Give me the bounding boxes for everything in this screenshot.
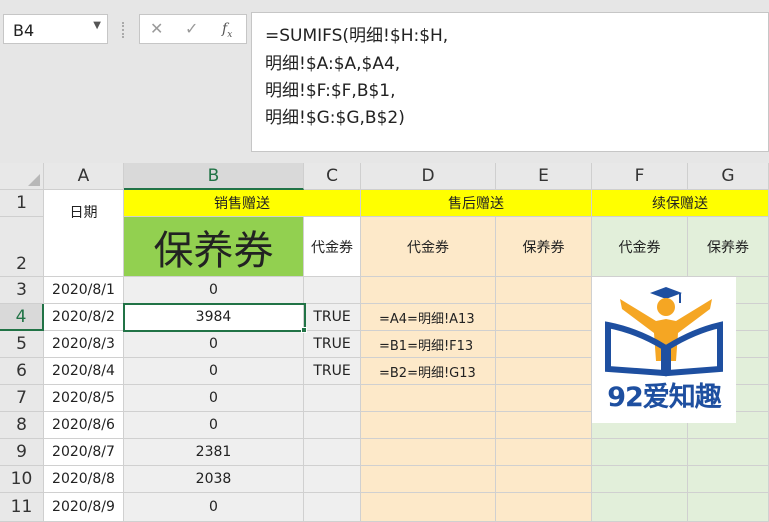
after-sales-voucher-cell[interactable]: =B1=明细!F13 xyxy=(361,331,496,358)
renewal-voucher-cell[interactable] xyxy=(592,466,688,493)
after-sales-voucher-cell[interactable] xyxy=(361,466,496,493)
voucher-header[interactable]: 代金券 xyxy=(592,217,688,277)
column-header-f[interactable]: F xyxy=(592,163,688,190)
corner-triangle-icon xyxy=(28,174,40,186)
sales-gift-header[interactable]: 销售赠送 xyxy=(124,190,361,217)
row-header[interactable]: 4 xyxy=(0,304,44,331)
row-header[interactable]: 7 xyxy=(0,385,44,412)
after-sales-voucher-cell[interactable]: =A4=明细!A13 xyxy=(361,304,496,331)
formula-line: 明细!$F:$F,B$1, xyxy=(265,81,396,101)
sales-coupon-cell[interactable]: 0 xyxy=(124,331,304,358)
row-header[interactable]: 2 xyxy=(0,217,44,277)
date-cell[interactable]: 2020/8/1 xyxy=(44,277,124,304)
sales-coupon-cell[interactable]: 3984 xyxy=(124,304,304,331)
row-header[interactable]: 3 xyxy=(0,277,44,304)
voucher-cell[interactable] xyxy=(304,412,361,439)
sales-coupon-cell[interactable]: 0 xyxy=(124,493,304,522)
formula-area: B4 ▼ ✕ ✓ fx =SUMIFS(明细!$H:$H, 明细!$A:$A,$… xyxy=(0,0,769,160)
date-cell[interactable]: 2020/8/4 xyxy=(44,358,124,385)
sales-coupon-cell[interactable]: 0 xyxy=(124,358,304,385)
after-sales-voucher-cell[interactable] xyxy=(361,412,496,439)
splitter-handle[interactable] xyxy=(122,22,125,38)
voucher-cell[interactable]: TRUE xyxy=(304,331,361,358)
row-header[interactable]: 5 xyxy=(0,331,44,358)
row-header[interactable]: 8 xyxy=(0,412,44,439)
renewal-coupon-cell[interactable] xyxy=(688,493,769,522)
column-header-c[interactable]: C xyxy=(304,163,361,190)
row-header[interactable]: 10 xyxy=(0,466,44,493)
row-header[interactable]: 9 xyxy=(0,439,44,466)
after-sales-voucher-cell[interactable] xyxy=(361,493,496,522)
row-header[interactable]: 11 xyxy=(0,493,44,522)
sales-coupon-cell[interactable]: 2381 xyxy=(124,439,304,466)
name-box-value: B4 xyxy=(13,21,35,40)
logo-text: 92爱知趣 xyxy=(607,382,722,413)
voucher-cell[interactable] xyxy=(304,277,361,304)
date-cell[interactable]: 2020/8/7 xyxy=(44,439,124,466)
voucher-cell[interactable] xyxy=(304,466,361,493)
after-sales-coupon-cell[interactable] xyxy=(496,304,592,331)
date-cell[interactable]: 2020/8/2 xyxy=(44,304,124,331)
maintenance-coupon-header[interactable]: 保养券 xyxy=(496,217,592,277)
sales-coupon-cell[interactable]: 0 xyxy=(124,277,304,304)
book-person-icon xyxy=(605,287,723,377)
formula-line: =SUMIFS(明细!$H:$H, xyxy=(265,26,449,46)
renewal-voucher-cell[interactable] xyxy=(592,439,688,466)
after-sales-coupon-cell[interactable] xyxy=(496,466,592,493)
renewal-coupon-cell[interactable] xyxy=(688,439,769,466)
formula-line: 明细!$G:$G,B$2) xyxy=(265,108,405,128)
renewal-gift-header[interactable]: 续保赠送 xyxy=(592,190,769,217)
formula-bar[interactable]: =SUMIFS(明细!$H:$H, 明细!$A:$A,$A4, 明细!$F:$F… xyxy=(251,12,769,152)
date-cell[interactable]: 2020/8/6 xyxy=(44,412,124,439)
maintenance-coupon-header[interactable]: 保养券 xyxy=(124,217,304,277)
renewal-voucher-cell[interactable] xyxy=(592,493,688,522)
after-sales-coupon-cell[interactable] xyxy=(496,277,592,304)
after-sales-coupon-cell[interactable] xyxy=(496,385,592,412)
watermark-logo: 92爱知趣 xyxy=(592,277,736,423)
row-header[interactable]: 1 xyxy=(0,190,44,217)
column-header-g[interactable]: G xyxy=(688,163,769,190)
maintenance-coupon-header[interactable]: 保养券 xyxy=(688,217,769,277)
formula-line: 明细!$A:$A,$A4, xyxy=(265,54,401,74)
sales-coupon-cell[interactable]: 2038 xyxy=(124,466,304,493)
date-cell[interactable]: 2020/8/8 xyxy=(44,466,124,493)
column-header-b[interactable]: B xyxy=(124,163,304,190)
voucher-cell[interactable]: TRUE xyxy=(304,358,361,385)
date-cell[interactable]: 2020/8/3 xyxy=(44,331,124,358)
fx-icon[interactable]: fx xyxy=(222,21,232,40)
voucher-cell[interactable] xyxy=(304,385,361,412)
after-sales-coupon-cell[interactable] xyxy=(496,331,592,358)
after-sales-coupon-cell[interactable] xyxy=(496,358,592,385)
name-box[interactable]: B4 ▼ xyxy=(3,14,108,44)
after-sales-voucher-cell[interactable] xyxy=(361,385,496,412)
column-header-e[interactable]: E xyxy=(496,163,592,190)
after-sales-voucher-cell[interactable]: =B2=明细!G13 xyxy=(361,358,496,385)
after-sales-coupon-cell[interactable] xyxy=(496,412,592,439)
column-header-d[interactable]: D xyxy=(361,163,496,190)
row-header[interactable]: 6 xyxy=(0,358,44,385)
renewal-coupon-cell[interactable] xyxy=(688,466,769,493)
date-cell[interactable]: 2020/8/9 xyxy=(44,493,124,522)
voucher-header[interactable]: 代金券 xyxy=(304,217,361,277)
select-all-corner[interactable] xyxy=(0,163,44,190)
date-header-cell[interactable]: 日期 xyxy=(44,190,124,277)
fill-handle[interactable] xyxy=(301,327,307,333)
sales-coupon-cell[interactable]: 0 xyxy=(124,412,304,439)
voucher-cell[interactable] xyxy=(304,493,361,522)
voucher-cell[interactable] xyxy=(304,439,361,466)
formula-buttons: ✕ ✓ fx xyxy=(139,14,247,44)
date-cell[interactable]: 2020/8/5 xyxy=(44,385,124,412)
after-sales-coupon-cell[interactable] xyxy=(496,493,592,522)
after-sales-gift-header[interactable]: 售后赠送 xyxy=(361,190,592,217)
voucher-header[interactable]: 代金券 xyxy=(361,217,496,277)
chevron-down-icon[interactable]: ▼ xyxy=(93,20,101,31)
after-sales-voucher-cell[interactable] xyxy=(361,439,496,466)
after-sales-voucher-cell[interactable] xyxy=(361,277,496,304)
voucher-cell[interactable]: TRUE xyxy=(304,304,361,331)
enter-icon[interactable]: ✓ xyxy=(185,19,198,38)
after-sales-coupon-cell[interactable] xyxy=(496,439,592,466)
cancel-icon[interactable]: ✕ xyxy=(150,19,163,38)
sales-coupon-cell[interactable]: 0 xyxy=(124,385,304,412)
column-header-a[interactable]: A xyxy=(44,163,124,190)
